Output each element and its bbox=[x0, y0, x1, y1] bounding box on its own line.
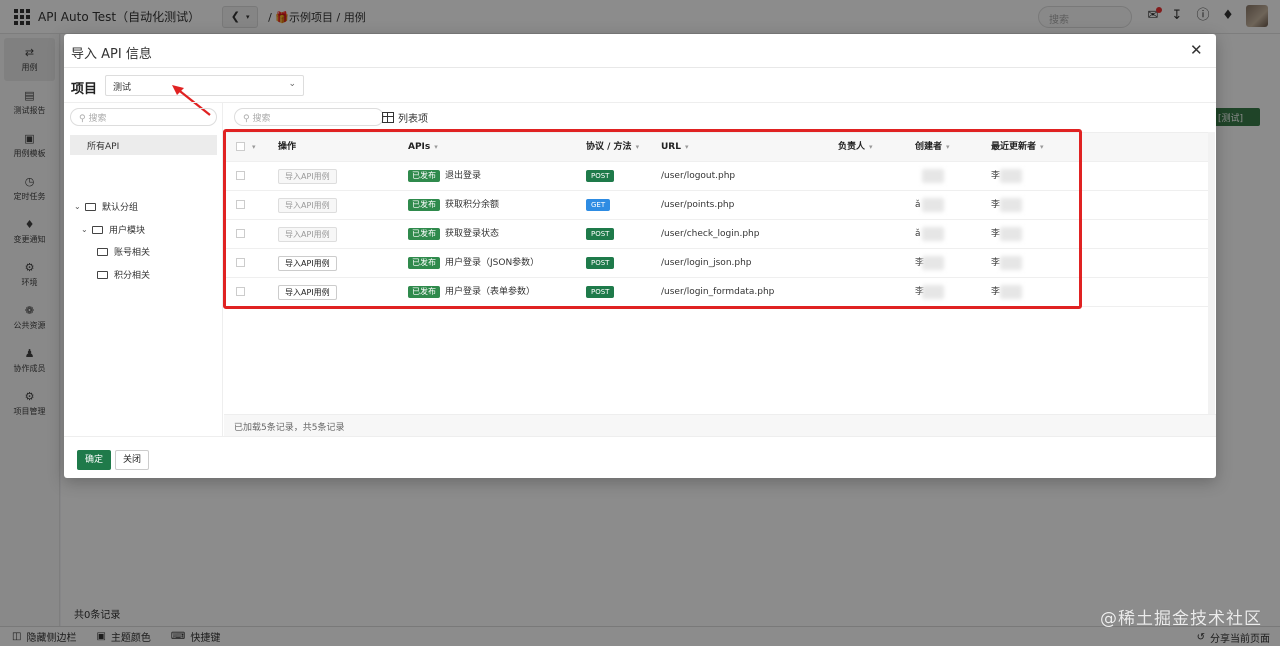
import-api-case-button: 导入API用例 bbox=[278, 227, 337, 242]
col-updater[interactable]: 最近更新者 ▾ bbox=[991, 133, 1044, 161]
row-checkbox[interactable] bbox=[236, 171, 245, 180]
chevron-down-icon[interactable]: ▾ bbox=[252, 133, 256, 161]
close-button[interactable]: 关闭 bbox=[115, 450, 150, 470]
folder-icon bbox=[92, 225, 103, 234]
tree-search-input[interactable]: ⚲ 搜索 bbox=[70, 108, 217, 126]
api-url: /user/login_json.php bbox=[661, 258, 752, 268]
redacted-updater bbox=[1000, 227, 1022, 241]
row-checkbox[interactable] bbox=[236, 258, 245, 267]
api-url: /user/check_login.php bbox=[661, 229, 760, 239]
method-badge: GET bbox=[586, 199, 611, 211]
tree-item-points[interactable]: 积分相关 bbox=[97, 268, 150, 281]
redacted-updater bbox=[1000, 198, 1022, 212]
row-checkbox[interactable] bbox=[236, 229, 245, 238]
import-api-case-button: 导入API用例 bbox=[278, 169, 337, 184]
creator-name: ǎ bbox=[915, 200, 921, 210]
column-settings-button[interactable]: 列表项 bbox=[382, 110, 428, 125]
col-creator[interactable]: 创建者 ▾ bbox=[915, 133, 950, 161]
table-row[interactable]: 导入API用例 已发布 退出登录 POST /user/logout.php 李 bbox=[224, 162, 1208, 191]
import-api-case-button: 导入API用例 bbox=[278, 198, 337, 213]
select-all-checkbox[interactable] bbox=[236, 142, 245, 151]
confirm-button[interactable]: 确定 bbox=[77, 450, 112, 470]
creator-name: ǎ bbox=[915, 229, 921, 239]
import-api-case-button[interactable]: 导入API用例 bbox=[278, 256, 337, 271]
redacted-creator bbox=[922, 227, 944, 241]
redacted-updater bbox=[1000, 256, 1022, 270]
status-badge: 已发布 bbox=[408, 228, 440, 240]
group-tree-pane: ⚲ 搜索 所有API ⌄ 默认分组 ⌄ 用户模块 账号相关 积分相关 bbox=[64, 103, 223, 436]
dialog-header: 导入 API 信息 ✕ bbox=[64, 34, 1216, 68]
redacted-creator bbox=[922, 169, 944, 183]
api-url: /user/points.php bbox=[661, 200, 735, 210]
table-row[interactable]: 导入API用例 已发布 用户登录（JSON参数） POST /user/login… bbox=[224, 249, 1208, 278]
table-row[interactable]: 导入API用例 已发布 用户登录（表单参数） POST /user/login_f… bbox=[224, 278, 1208, 307]
api-url: /user/login_formdata.php bbox=[661, 287, 775, 297]
api-url: /user/logout.php bbox=[661, 171, 736, 181]
col-url[interactable]: URL ▾ bbox=[661, 133, 689, 161]
table-header: ▾ 操作 APIs ▾ 协议 / 方法 ▾ URL ▾ 负责人 ▾ 创建者 ▾ 最近更新者… bbox=[224, 133, 1208, 162]
api-name: 获取积分余额 bbox=[445, 200, 500, 210]
api-table: ▾ 操作 APIs ▾ 协议 / 方法 ▾ URL ▾ 负责人 ▾ 创建者 ▾ 最近更新者… bbox=[224, 132, 1208, 414]
folder-icon bbox=[97, 270, 108, 279]
tree-item-all-api[interactable]: 所有API bbox=[70, 135, 217, 155]
col-owner[interactable]: 负责人 ▾ bbox=[838, 133, 873, 161]
close-icon[interactable]: ✕ bbox=[1190, 42, 1203, 58]
grid-footer-status: 已加载5条记录，共5条记录 bbox=[224, 414, 1216, 436]
api-name: 用户登录（表单参数） bbox=[445, 287, 536, 297]
row-checkbox[interactable] bbox=[236, 200, 245, 209]
redacted-creator bbox=[922, 256, 944, 270]
status-badge: 已发布 bbox=[408, 286, 440, 298]
api-name: 退出登录 bbox=[445, 171, 482, 181]
col-apis[interactable]: APIs ▾ bbox=[408, 133, 438, 161]
tree-item-default-group[interactable]: ⌄ 默认分组 bbox=[74, 200, 138, 213]
updater-name: 李 bbox=[991, 200, 1001, 210]
tree-item-user-module[interactable]: ⌄ 用户模块 bbox=[81, 223, 145, 236]
watermark: @稀土掘金技术社区 bbox=[1100, 609, 1262, 629]
col-protocol[interactable]: 协议 / 方法 ▾ bbox=[586, 133, 639, 161]
method-badge: POST bbox=[586, 228, 615, 240]
folder-icon bbox=[97, 247, 108, 256]
api-grid-pane: ⚲ 搜索 列表项 ▾ 操作 APIs ▾ 协议 / 方法 ▾ URL ▾ 负责人 ▾ 创… bbox=[224, 103, 1216, 436]
method-badge: POST bbox=[586, 257, 615, 269]
dialog-footer: 确定 关闭 bbox=[64, 436, 1216, 478]
tree-item-account[interactable]: 账号相关 bbox=[97, 245, 150, 258]
import-api-case-button[interactable]: 导入API用例 bbox=[278, 285, 337, 300]
redacted-creator bbox=[922, 198, 944, 212]
status-badge: 已发布 bbox=[408, 257, 440, 269]
row-checkbox[interactable] bbox=[236, 287, 245, 296]
status-badge: 已发布 bbox=[408, 199, 440, 211]
table-icon bbox=[382, 112, 394, 123]
status-badge: 已发布 bbox=[408, 170, 440, 182]
chevron-down-icon: ⌄ bbox=[81, 225, 88, 234]
updater-name: 李 bbox=[991, 171, 1001, 181]
api-name: 用户登录（JSON参数） bbox=[445, 258, 540, 268]
grid-search-input[interactable]: ⚲ 搜索 bbox=[234, 108, 384, 126]
redacted-updater bbox=[1000, 169, 1022, 183]
table-scrollbar[interactable] bbox=[1208, 132, 1215, 414]
table-row[interactable]: 导入API用例 已发布 获取积分余额 GET /user/points.php ǎ… bbox=[224, 191, 1208, 220]
method-badge: POST bbox=[586, 170, 615, 182]
dialog-title: 导入 API 信息 bbox=[71, 47, 152, 62]
updater-name: 李 bbox=[991, 258, 1001, 268]
folder-icon bbox=[85, 202, 96, 211]
method-badge: POST bbox=[586, 286, 615, 298]
chevron-down-icon: ⌄ bbox=[288, 79, 296, 89]
updater-name: 李 bbox=[991, 229, 1001, 239]
import-api-dialog: 导入 API 信息 ✕ 项目 测试 ⌄ ⚲ 搜索 所有API ⌄ 默认分组 ⌄ 用户… bbox=[64, 34, 1216, 478]
col-action: 操作 bbox=[278, 142, 297, 152]
chevron-down-icon: ⌄ bbox=[74, 202, 81, 211]
api-name: 获取登录状态 bbox=[445, 229, 500, 239]
redacted-updater bbox=[1000, 285, 1022, 299]
table-row[interactable]: 导入API用例 已发布 获取登录状态 POST /user/check_login… bbox=[224, 220, 1208, 249]
updater-name: 李 bbox=[991, 287, 1001, 297]
redacted-creator bbox=[922, 285, 944, 299]
project-label: 项目 bbox=[71, 82, 98, 97]
